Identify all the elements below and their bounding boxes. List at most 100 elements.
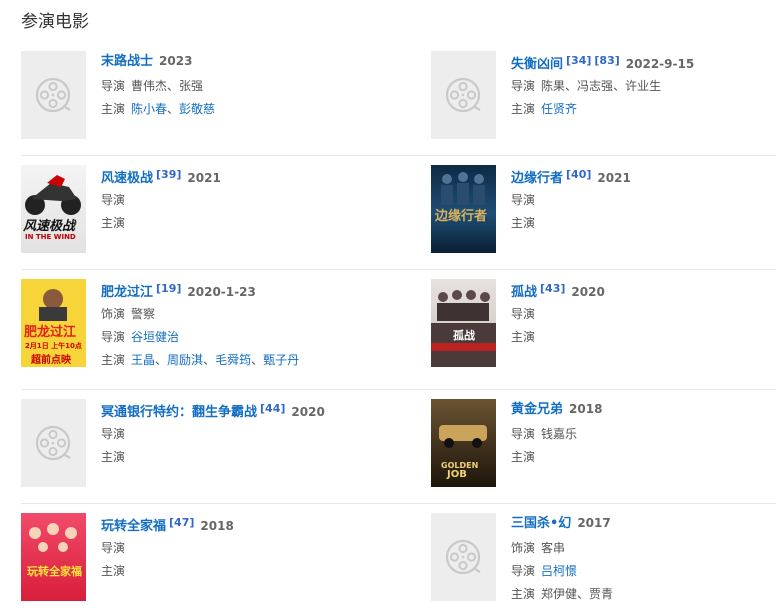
credit-name: 曹伟杰 [131, 79, 168, 93]
movie-title-line: 边缘行者 [40] 2021 [511, 165, 771, 186]
movie-poster[interactable] [21, 399, 86, 487]
credit-name[interactable]: 任贤齐 [541, 102, 577, 116]
credit-label: 导演 [101, 330, 126, 344]
movie-info: 玩转全家福 [47] 2018 导演 主演 [101, 513, 361, 583]
movie-title-link[interactable]: 玩转全家福 [101, 519, 166, 534]
movie-poster[interactable] [21, 51, 86, 139]
movie-title-link[interactable]: 孤战 [511, 285, 537, 300]
credit-name[interactable]: 彭敬慈 [179, 102, 215, 116]
movie-title-line: 三国杀•幻 2017 [511, 513, 771, 533]
credit-label: 导演 [511, 427, 536, 441]
name-separator: 、 [167, 102, 180, 116]
credit-line: 导演 吕柯憬 [511, 560, 771, 583]
credit-label: 主演 [101, 216, 126, 230]
cast-art [431, 290, 496, 367]
family-art [29, 523, 77, 552]
movie-poster[interactable]: 边缘行者 [431, 165, 496, 253]
poster-text: 超前点映 [31, 355, 71, 366]
movie-poster[interactable]: 玩转全家福 [21, 513, 86, 601]
movie-title-link[interactable]: 失衡凶间 [511, 57, 563, 72]
citation-ref[interactable]: [43] [540, 282, 565, 295]
credit-line: 主演 陈小春、彭敬慈 [101, 98, 361, 121]
movie-row: 肥龙过江 2月1日 上午10点 超前点映 肥龙过江 [19] 2020-1-23 饰演 警察导… [21, 269, 776, 390]
credit-label: 主演 [101, 450, 126, 464]
movie-row: 玩转全家福 玩转全家福 [47] 2018 导演 主演 三国杀•幻 2017 饰演 客串 导演 吕柯憬… [21, 503, 776, 615]
credit-name: 钱嘉乐 [541, 427, 578, 441]
credit-line: 主演 王晶、周励淇、毛舜筠、甄子丹 [101, 349, 361, 372]
movie-title-link[interactable]: 黄金兄弟 [511, 402, 563, 417]
credit-line: 饰演 警察 [101, 303, 361, 326]
movie-title-link[interactable]: 三国杀•幻 [511, 516, 571, 531]
credit-line: 主演 [511, 326, 771, 349]
credit-name: 许业生 [625, 79, 662, 93]
credit-name[interactable]: 陈小春 [131, 102, 167, 116]
citation-ref[interactable]: [39] [156, 168, 181, 181]
citation-ref[interactable]: [47] [169, 516, 194, 529]
citation-ref[interactable]: [44] [260, 402, 285, 415]
movie-info: 冥通银行特约：翻生争霸战 [44] 2020 导演主演 [101, 399, 361, 469]
poster-text: 孤战 [453, 329, 475, 342]
credit-line: 饰演 客串 [511, 537, 771, 560]
credit-line: 导演 [511, 189, 771, 212]
credit-label: 导演 [511, 564, 536, 578]
poster-text: 风速极战 [23, 219, 76, 234]
credit-line: 主演 任贤齐 [511, 98, 771, 121]
credit-label: 导演 [511, 307, 536, 321]
citation-ref[interactable]: [40] [566, 168, 591, 181]
movie-title-line: 玩转全家福 [47] 2018 [101, 513, 361, 534]
credit-label: 导演 [101, 427, 126, 441]
movie-info: 黄金兄弟 2018 导演 钱嘉乐 主演 [511, 399, 771, 469]
movie-poster[interactable]: 肥龙过江 2月1日 上午10点 超前点映 [21, 279, 86, 367]
movie-title-link[interactable]: 冥通银行特约：翻生争霸战 [101, 405, 257, 420]
movie-year: 2020 [571, 285, 605, 299]
credit-label: 导演 [101, 193, 126, 207]
credit-line: 导演 曹伟杰、张强 [101, 75, 361, 98]
credit-name[interactable]: 周励淇 [167, 353, 203, 367]
movie-title-line: 末路战士 2023 [101, 51, 361, 71]
credit-name: 陈果 [541, 79, 566, 93]
movie-title-line: 失衡凶间 [34] [83] 2022-9-15 [511, 51, 771, 72]
credit-name[interactable]: 甄子丹 [263, 353, 299, 367]
credit-label: 主演 [101, 353, 126, 367]
credit-name[interactable]: 毛舜筠 [215, 353, 251, 367]
credit-label: 主演 [511, 450, 536, 464]
credit-label: 主演 [511, 330, 536, 344]
movie-year: 2022-9-15 [625, 57, 695, 71]
movie-title-link[interactable]: 边缘行者 [511, 171, 563, 186]
credit-name[interactable]: 吕柯憬 [541, 564, 577, 578]
movie-year: 2021 [187, 171, 221, 185]
credit-line: 主演 [101, 446, 361, 469]
credit-line: 导演 [101, 423, 361, 446]
movie-poster[interactable]: 孤战 [431, 279, 496, 367]
citation-ref[interactable]: [83] [594, 54, 619, 67]
movie-poster[interactable] [431, 51, 496, 139]
credit-line: 导演 [101, 189, 361, 212]
credit-line: 主演 [101, 212, 361, 235]
credit-label: 主演 [511, 587, 536, 601]
name-separator: 、 [203, 353, 216, 367]
credit-name[interactable]: 王晶 [131, 353, 155, 367]
movie-title-link[interactable]: 末路战士 [101, 54, 153, 69]
citation-ref[interactable]: [34] [566, 54, 591, 67]
credit-name: 郑伊健 [541, 587, 578, 601]
name-separator: 、 [251, 353, 264, 367]
movie-title-line: 肥龙过江 [19] 2020-1-23 [101, 279, 361, 300]
movie-title-link[interactable]: 肥龙过江 [101, 285, 153, 300]
poster-text: 边缘行者 [435, 209, 488, 224]
movie-poster[interactable] [431, 513, 496, 601]
movie-title-line: 冥通银行特约：翻生争霸战 [44] 2020 [101, 399, 361, 420]
credit-label: 导演 [511, 79, 536, 93]
movie-poster[interactable]: 风速极战 IN THE WIND [21, 165, 86, 253]
credit-name[interactable]: 谷垣健治 [131, 330, 179, 344]
poster-text: 肥龙过江 [24, 325, 77, 340]
poster-text: 玩转全家福 [27, 565, 82, 578]
movie-title-line: 黄金兄弟 2018 [511, 399, 771, 419]
poster-text: 2月1日 上午10点 [25, 342, 82, 350]
movie-info: 失衡凶间 [34] [83] 2022-9-15 导演 陈果、冯志强、许业生 主演 任贤齐 [511, 51, 771, 121]
movie-poster[interactable]: GOLDEN JOB [431, 399, 496, 487]
citation-ref[interactable]: [19] [156, 282, 181, 295]
credit-label: 主演 [101, 564, 126, 578]
movie-title-link[interactable]: 风速极战 [101, 171, 153, 186]
movie-year: 2018 [569, 402, 603, 416]
movie-year: 2020 [291, 405, 325, 419]
